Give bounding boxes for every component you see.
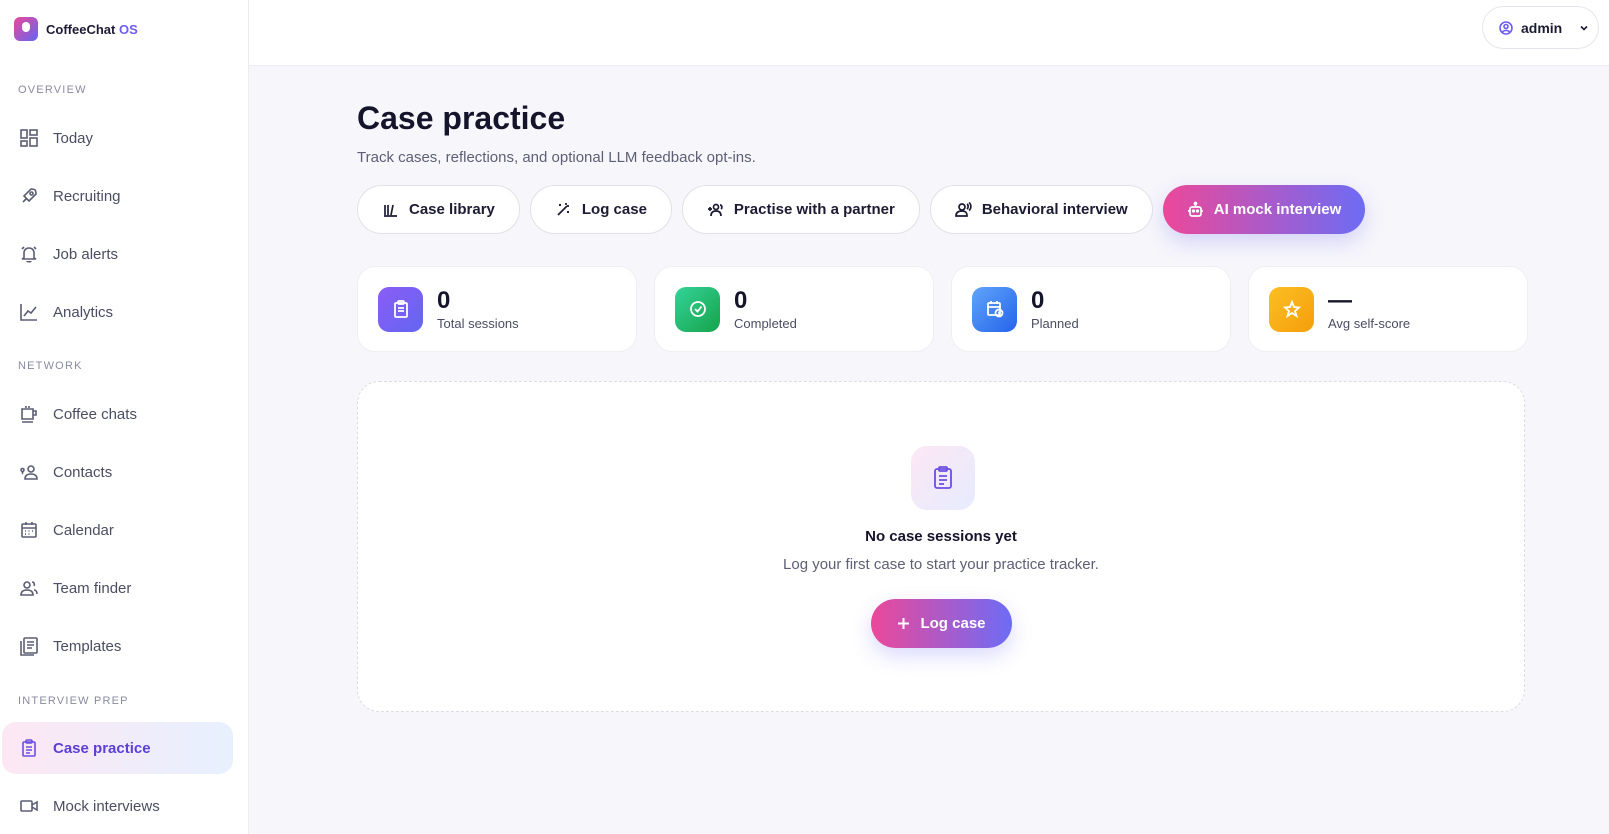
stat-card-completed: 0 Completed	[654, 266, 934, 352]
sidebar-item-today[interactable]: Today	[2, 112, 233, 164]
stat-card-total-sessions: 0 Total sessions	[357, 266, 637, 352]
stat-value: —	[1328, 286, 1352, 314]
sidebar-item-label: Contacts	[53, 463, 113, 481]
stat-value: 0	[1031, 286, 1045, 314]
rocket-icon	[22, 188, 37, 203]
section-label-interview-prep: INTERVIEW PREP	[18, 695, 129, 707]
brand-logo-icon	[14, 17, 38, 41]
stat-label: Avg self-score	[1328, 315, 1411, 331]
stat-card-avg-self-score: — Avg self-score	[1248, 266, 1528, 352]
sidebar-item-label: Mock interviews	[53, 797, 160, 815]
user-menu-button[interactable]: admin	[1482, 6, 1599, 49]
sidebar-item-recruiting[interactable]: Recruiting	[2, 170, 233, 222]
button-label: Practise with a partner	[733, 201, 895, 218]
button-label: Log case	[581, 201, 647, 218]
page-title: Case practice	[357, 100, 566, 136]
sidebar-item-label: Recruiting	[53, 187, 121, 205]
sidebar-item-team-finder[interactable]: Team finder	[2, 562, 233, 614]
action-bar: Case library Log case Practise with a pa…	[357, 185, 1366, 234]
case-library-button[interactable]: Case library	[357, 185, 520, 234]
chart-line-icon	[20, 304, 37, 321]
empty-state-title: No case sessions yet	[865, 528, 1017, 545]
stat-card-planned: 0 Planned	[951, 266, 1231, 352]
stat-value: 0	[437, 286, 451, 314]
stats-row: 0 Total sessions 0 Completed 0 Planned —…	[357, 266, 1528, 352]
coffee-cup-icon	[21, 406, 37, 423]
calendar-clock-icon	[972, 286, 1017, 332]
sidebar-item-label: Analytics	[53, 303, 114, 321]
user-circle-icon	[1499, 20, 1513, 35]
practise-with-partner-button[interactable]: Practise with a partner	[681, 185, 920, 234]
topbar: admin	[249, 0, 1609, 66]
check-circle-icon	[675, 286, 720, 332]
library-icon	[384, 204, 397, 217]
brand[interactable]: CoffeeChat OS	[14, 17, 138, 41]
button-label: Log case	[920, 615, 986, 632]
sidebar-item-case-practice[interactable]: Case practice	[2, 722, 233, 774]
sidebar-item-mock-interviews[interactable]: Mock interviews	[2, 780, 233, 832]
magic-wand-icon	[557, 203, 569, 216]
robot-icon	[1187, 201, 1203, 217]
empty-log-case-button[interactable]: Log case	[871, 599, 1012, 648]
sidebar-item-contacts[interactable]: Contacts	[2, 446, 233, 498]
clipboard-icon	[22, 739, 36, 757]
log-case-button[interactable]: Log case	[529, 185, 672, 234]
button-label: AI mock interview	[1213, 201, 1342, 218]
sidebar-item-label: Calendar	[53, 521, 114, 539]
partner-icon	[707, 203, 723, 217]
ai-mock-interview-button[interactable]: AI mock interview	[1162, 185, 1366, 234]
sidebar-item-calendar[interactable]: Calendar	[2, 504, 233, 556]
clipboard-icon	[911, 446, 975, 510]
templates-icon	[20, 637, 38, 656]
team-icon	[20, 581, 38, 596]
section-label-overview: OVERVIEW	[18, 84, 87, 96]
sidebar-item-job-alerts[interactable]: Job alerts	[2, 228, 233, 280]
plus-icon	[898, 618, 910, 629]
stat-label: Total sessions	[437, 315, 519, 331]
button-label: Case library	[409, 201, 495, 218]
sidebar: CoffeeChat OS OVERVIEW Today Recruiting …	[0, 0, 249, 834]
sidebar-item-label: Templates	[53, 637, 122, 655]
sidebar-item-coffee-chats[interactable]: Coffee chats	[2, 388, 233, 440]
bell-icon	[21, 246, 37, 263]
video-icon	[20, 800, 38, 812]
page-subtitle: Track cases, reflections, and optional L…	[357, 149, 756, 166]
stat-value: 0	[734, 286, 748, 314]
sidebar-item-templates[interactable]: Templates	[2, 620, 233, 672]
dashboard-icon	[20, 129, 38, 147]
sidebar-item-label: Team finder	[53, 579, 132, 597]
contacts-icon	[20, 465, 38, 480]
sidebar-item-label: Case practice	[53, 739, 151, 757]
speaking-person-icon	[954, 201, 972, 217]
section-label-network: NETWORK	[18, 360, 83, 372]
sidebar-item-analytics[interactable]: Analytics	[2, 286, 233, 338]
sidebar-item-label: Job alerts	[53, 245, 119, 263]
stat-label: Completed	[734, 315, 797, 331]
behavioral-interview-button[interactable]: Behavioral interview	[929, 185, 1153, 234]
calendar-icon	[21, 522, 37, 538]
chevron-down-icon	[1580, 25, 1588, 31]
user-name: admin	[1521, 19, 1563, 36]
sidebar-item-label: Coffee chats	[53, 405, 137, 423]
empty-state: No case sessions yet Log your first case…	[357, 381, 1525, 712]
brand-name: CoffeeChat OS	[46, 21, 138, 37]
sidebar-item-label: Today	[53, 129, 94, 147]
empty-state-subtitle: Log your first case to start your practi…	[783, 556, 1099, 573]
button-label: Behavioral interview	[981, 201, 1128, 218]
stat-label: Planned	[1031, 315, 1079, 331]
clipboard-icon	[378, 286, 423, 332]
star-icon	[1269, 286, 1314, 332]
